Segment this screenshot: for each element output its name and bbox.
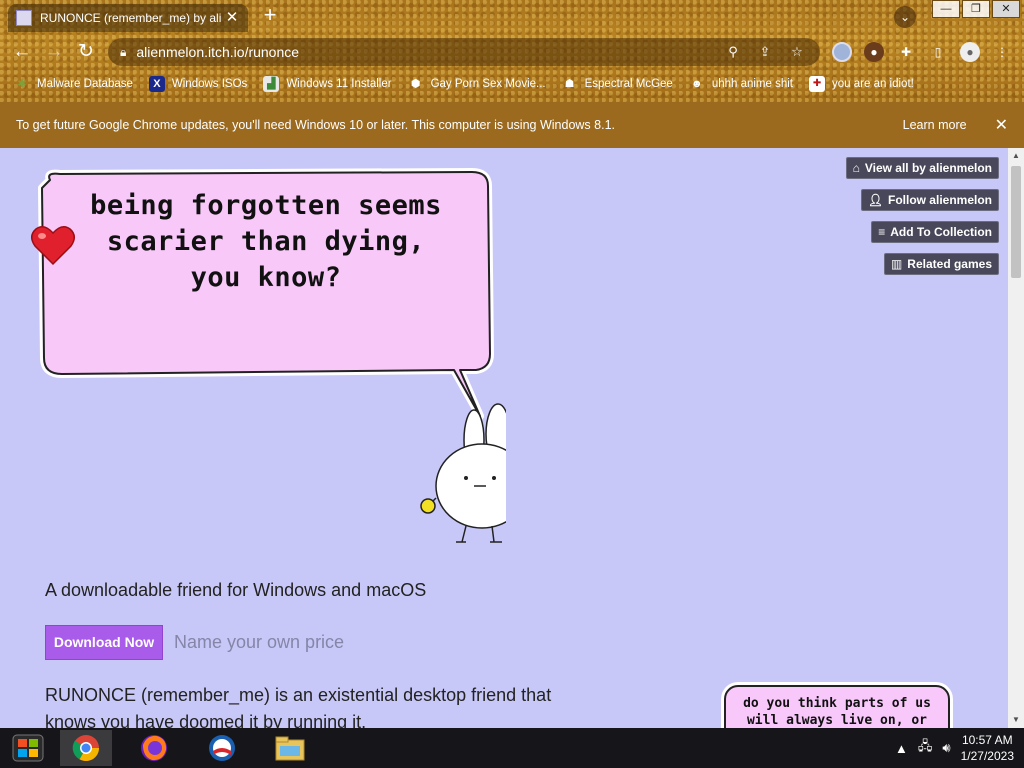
- update-infobar: To get future Google Chrome updates, you…: [0, 102, 1024, 148]
- add-to-collection-button[interactable]: ≡ Add To Collection: [871, 221, 999, 243]
- bookmark-item[interactable]: ☗ Espectral McGee: [562, 76, 673, 92]
- side-speech-bubble: do you think parts of us will always liv…: [724, 685, 950, 728]
- game-description: RUNONCE (remember_me) is an existential …: [45, 685, 552, 728]
- obama-taskbar-icon[interactable]: [196, 730, 248, 766]
- close-window-button[interactable]: ✕: [992, 0, 1020, 18]
- image-icon: ▟: [263, 76, 280, 92]
- extension-flag-icon[interactable]: [832, 42, 852, 62]
- scroll-up-icon[interactable]: ▲: [1008, 148, 1024, 164]
- volume-icon[interactable]: 🔊︎: [942, 740, 950, 756]
- bookmark-item[interactable]: ✱ Malware Database: [14, 76, 133, 92]
- tab-title: RUNONCE (remember_me) by ali: [40, 11, 222, 25]
- page-scrollbar[interactable]: ▲ ▼: [1008, 148, 1024, 728]
- bookmarks-bar: ✱ Malware Database X Windows ISOs ▟ Wind…: [0, 72, 1024, 96]
- x-icon: X: [148, 76, 165, 92]
- bookmark-star-icon[interactable]: ☆: [786, 44, 808, 60]
- browser-toolbar: ← → ↻ 🔒︎ alienmelon.itch.io/runonce ⚲ ⇪ …: [0, 34, 1024, 70]
- tray-overflow-icon[interactable]: ▲: [895, 741, 908, 756]
- speech-bubble: being forgotten seems scarier than dying…: [36, 168, 542, 548]
- bunny-character: [420, 403, 542, 543]
- flag-icon: ✚: [809, 76, 826, 92]
- bubble-quote: being forgotten seems scarier than dying…: [90, 190, 442, 293]
- menu-kebab-icon[interactable]: ⋮: [992, 42, 1012, 62]
- start-button[interactable]: [2, 730, 54, 766]
- bug-icon: ✱: [17, 78, 27, 90]
- zoom-search-icon[interactable]: ⚲: [722, 44, 744, 60]
- windows-logo-icon: [12, 734, 44, 762]
- storefront-icon: ⌂: [852, 161, 860, 175]
- creator-actions: ⌂ View all by alienmelon 👤︎ Follow alien…: [845, 157, 999, 285]
- minimize-button[interactable]: —: [932, 0, 960, 18]
- map-icon: ▥: [890, 257, 903, 271]
- lock-icon[interactable]: 🔒︎: [120, 45, 126, 60]
- windows-taskbar: ▲ 🖧︎ 🔊︎ 10:57 AM 1/27/2023: [0, 728, 1024, 768]
- clock-date: 1/27/2023: [960, 749, 1014, 763]
- cube-icon: ⬢: [410, 78, 421, 90]
- share-icon[interactable]: ⇪: [754, 44, 776, 60]
- tab-close-icon[interactable]: ✕: [224, 10, 240, 26]
- profile-icon[interactable]: ●: [960, 42, 980, 62]
- ghost-icon: ☗: [564, 78, 575, 90]
- clock[interactable]: 10:57 AM 1/27/2023: [961, 732, 1014, 764]
- scroll-down-icon[interactable]: ▼: [1008, 712, 1024, 728]
- game-tagline: A downloadable friend for Windows and ma…: [45, 580, 427, 600]
- address-bar[interactable]: 🔒︎ alienmelon.itch.io/runonce ⚲ ⇪ ☆: [108, 38, 820, 66]
- side-panel-icon[interactable]: ▯: [928, 42, 948, 62]
- clock-time: 10:57 AM: [961, 733, 1013, 747]
- learn-more-link[interactable]: Learn more: [903, 118, 967, 132]
- url-text[interactable]: alienmelon.itch.io/runonce: [136, 44, 712, 60]
- browser-tab[interactable]: RUNONCE (remember_me) by ali ✕: [8, 4, 248, 32]
- system-tray: ▲ 🖧︎ 🔊︎ 10:57 AM 1/27/2023: [895, 728, 1024, 768]
- tab-search-icon[interactable]: ⌄: [894, 6, 916, 28]
- download-now-button[interactable]: Download Now: [45, 625, 163, 660]
- view-all-button[interactable]: ⌂ View all by alienmelon: [845, 157, 999, 179]
- chrome-taskbar-icon[interactable]: [60, 730, 112, 766]
- file-explorer-icon[interactable]: [264, 730, 316, 766]
- new-tab-button[interactable]: +: [258, 4, 282, 28]
- bookmark-item[interactable]: ▟ Windows 11 Installer: [263, 76, 392, 92]
- forward-arrow-icon[interactable]: →: [42, 40, 66, 64]
- bookmark-item[interactable]: ✚ you are an idiot!: [809, 76, 914, 92]
- firefox-taskbar-icon[interactable]: [128, 730, 180, 766]
- user-plus-icon: 👤︎: [867, 193, 883, 207]
- bookmark-item[interactable]: ⬢ Gay Porn Sex Movie...: [408, 76, 546, 92]
- tab-favicon-icon: [16, 10, 32, 26]
- extension-avatar-icon[interactable]: ●: [864, 42, 884, 62]
- extensions-puzzle-icon[interactable]: ✚: [896, 42, 916, 62]
- restore-button[interactable]: ❐: [962, 0, 990, 18]
- reload-icon[interactable]: ↻: [74, 40, 98, 64]
- list-add-icon: ≡: [878, 225, 886, 239]
- price-label: Name your own price: [174, 632, 345, 652]
- scrollbar-thumb[interactable]: [1011, 166, 1021, 278]
- follow-button[interactable]: 👤︎ Follow alienmelon: [860, 189, 999, 211]
- related-games-button[interactable]: ▥ Related games: [883, 253, 999, 275]
- itch-page: being forgotten seems scarier than dying…: [0, 148, 1008, 728]
- face-icon: ☻: [691, 78, 703, 90]
- bookmark-item[interactable]: ☻ uhhh anime shit: [689, 76, 793, 92]
- heart-icon: [31, 226, 75, 266]
- back-arrow-icon[interactable]: ←: [10, 40, 34, 64]
- bookmark-item[interactable]: X Windows ISOs: [148, 76, 247, 92]
- network-icon[interactable]: 🖧︎: [918, 737, 933, 759]
- browser-chrome: RUNONCE (remember_me) by ali ✕ + ⌄ — ❐ ✕…: [0, 0, 1024, 102]
- window-controls: — ❐ ✕: [930, 0, 1020, 18]
- infobar-message: To get future Google Chrome updates, you…: [16, 118, 615, 132]
- close-icon[interactable]: ✕: [995, 115, 1008, 135]
